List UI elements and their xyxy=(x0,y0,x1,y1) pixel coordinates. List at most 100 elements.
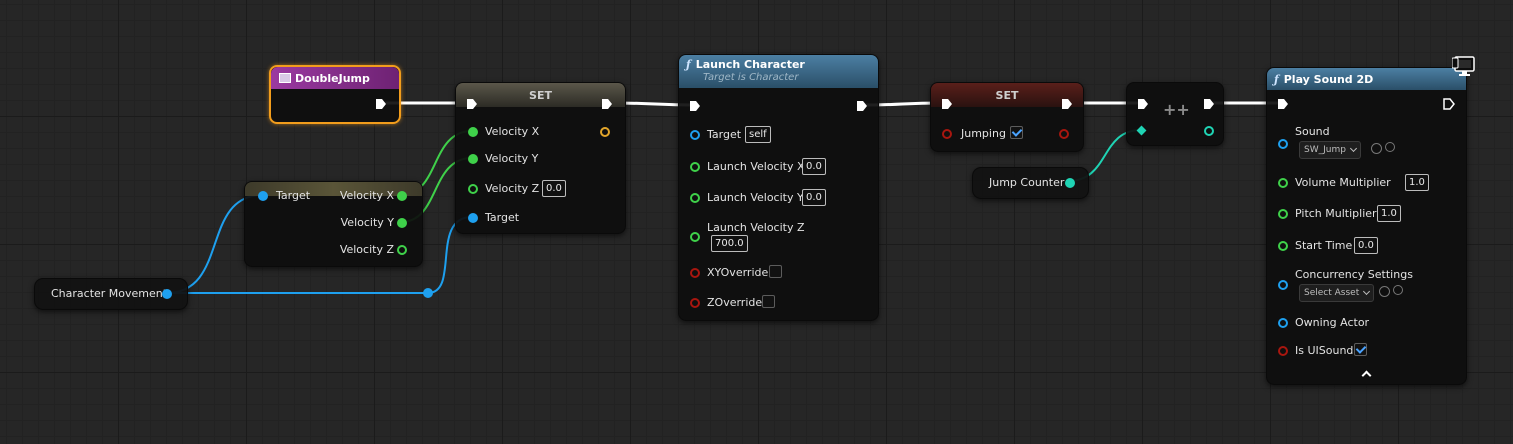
use-selected-icon[interactable] xyxy=(1379,286,1390,297)
concurrency-combo[interactable]: Select Asset xyxy=(1299,284,1375,302)
event-node-header: DoubleJump xyxy=(271,67,399,89)
function-icon: ƒ xyxy=(1274,72,1279,86)
owning-actor-in-pin[interactable] xyxy=(1278,318,1288,328)
event-node-title: DoubleJump xyxy=(295,71,370,85)
get-velocity-header xyxy=(245,182,422,196)
velocity-x-in-pin[interactable] xyxy=(468,127,478,137)
set-jumping-node[interactable]: SET Jumping xyxy=(930,82,1084,152)
target-label: Target xyxy=(276,189,311,202)
exec-in-pin[interactable] xyxy=(1277,98,1289,110)
exec-out-pin[interactable] xyxy=(375,98,387,110)
exec-out-pin[interactable] xyxy=(1061,98,1073,110)
jumping-label: Jumping xyxy=(961,127,1006,140)
velocity-y-in-pin[interactable] xyxy=(468,154,478,164)
jump-counter-out-pin[interactable] xyxy=(1065,178,1075,188)
get-velocity-node[interactable]: Target Velocity X Velocity Y Velocity Z xyxy=(244,181,423,267)
launch-velocity-x-pin[interactable] xyxy=(690,162,700,172)
int-out-pin[interactable] xyxy=(1204,126,1214,136)
launch-velocity-y-value[interactable]: 0.0 xyxy=(802,189,826,206)
exec-in-pin[interactable] xyxy=(689,100,701,112)
exec-out-pin[interactable] xyxy=(1203,98,1215,110)
character-movement-out-pin[interactable] xyxy=(162,289,172,299)
jumping-out-pin[interactable] xyxy=(1059,129,1069,139)
jumping-checkbox[interactable] xyxy=(1010,126,1023,139)
velocity-z-out-pin[interactable] xyxy=(397,245,407,255)
event-icon xyxy=(279,73,291,83)
exec-in-pin[interactable] xyxy=(466,98,478,110)
set-velocity-title: SET xyxy=(529,88,552,102)
jumping-in-pin[interactable] xyxy=(942,129,952,139)
set-jumping-title: SET xyxy=(995,88,1019,102)
double-jump-event-node[interactable]: DoubleJump xyxy=(269,65,401,124)
exec-out-pin[interactable] xyxy=(601,98,613,110)
velocity-z-in-pin[interactable] xyxy=(468,184,478,194)
is-ui-sound-checkbox[interactable] xyxy=(1354,343,1367,356)
velocity-y-out-label: Velocity Y xyxy=(340,216,394,229)
z-override-checkbox[interactable] xyxy=(762,295,775,308)
jump-counter-node[interactable]: Jump Counter xyxy=(972,167,1089,199)
velocity-z-out-label: Velocity Z xyxy=(339,243,394,256)
launch-velocity-x-value[interactable]: 0.0 xyxy=(802,158,826,175)
xy-override-pin[interactable] xyxy=(690,268,700,278)
start-time-label: Start Time xyxy=(1295,239,1353,252)
exec-out-pin[interactable] xyxy=(856,100,868,112)
character-movement-node[interactable]: Character Movement xyxy=(34,278,188,310)
velocity-x-out-label: Velocity X xyxy=(339,189,394,202)
character-movement-label: Character Movement xyxy=(51,287,168,300)
concurrency-in-pin[interactable] xyxy=(1278,280,1288,290)
launch-velocity-y-pin[interactable] xyxy=(690,193,700,203)
xy-override-checkbox[interactable] xyxy=(769,265,782,278)
z-override-label: ZOverride xyxy=(707,296,763,309)
pitch-label: Pitch Multiplier xyxy=(1295,207,1377,220)
play-sound-title: Play Sound 2D xyxy=(1283,72,1374,86)
exec-out-pin[interactable] xyxy=(1443,98,1455,110)
velocity-y-label: Velocity Y xyxy=(485,152,539,165)
launch-character-title: Launch Character xyxy=(695,58,805,71)
browse-search-icon[interactable] xyxy=(1393,285,1403,295)
browse-search-icon[interactable] xyxy=(1385,142,1395,152)
target-in-pin[interactable] xyxy=(468,213,478,223)
increment-symbol: ++ xyxy=(1163,100,1190,119)
velocity-y-out-pin[interactable] xyxy=(397,218,407,228)
increment-node[interactable]: ++ xyxy=(1126,82,1224,146)
velocity-x-out-pin[interactable] xyxy=(397,191,407,201)
set-velocity-node[interactable]: SET Velocity X Velocity Y Velocity Z 0.0… xyxy=(455,82,626,234)
target-value[interactable]: self xyxy=(745,126,771,143)
function-icon: ƒ xyxy=(686,58,691,71)
volume-value[interactable]: 1.0 xyxy=(1405,174,1429,191)
launch-velocity-z-pin[interactable] xyxy=(690,232,700,242)
is-ui-sound-in-pin[interactable] xyxy=(1278,346,1288,356)
target-in-pin[interactable] xyxy=(258,191,268,201)
start-time-value[interactable]: 0.0 xyxy=(1354,237,1378,254)
pitch-in-pin[interactable] xyxy=(1278,209,1288,219)
target-label: Target xyxy=(485,211,520,224)
launch-velocity-x-label: Launch Velocity X xyxy=(707,160,805,173)
volume-label: Volume Multiplier xyxy=(1295,176,1391,189)
use-selected-icon[interactable] xyxy=(1371,143,1382,154)
client-only-monitor-icon xyxy=(1452,56,1475,76)
sound-combo[interactable]: SW_Jump xyxy=(1299,141,1361,159)
volume-in-pin[interactable] xyxy=(1278,178,1288,188)
sound-in-pin[interactable] xyxy=(1278,139,1288,149)
launch-character-node[interactable]: ƒ Launch Character Target is Character T… xyxy=(678,54,879,321)
xy-override-label: XYOverride xyxy=(707,266,769,279)
int-in-pin[interactable] xyxy=(1136,125,1147,136)
exec-in-pin[interactable] xyxy=(1137,98,1149,110)
velocity-out-pin[interactable] xyxy=(600,127,610,137)
launch-velocity-y-label: Launch Velocity Y xyxy=(707,191,804,204)
play-sound-header: ƒ Play Sound 2D xyxy=(1267,68,1466,90)
play-sound-2d-node[interactable]: ƒ Play Sound 2D Sound SW_Jump Volume Mul… xyxy=(1266,67,1467,385)
target-label: Target xyxy=(707,128,742,141)
target-in-pin[interactable] xyxy=(690,130,700,140)
jump-counter-label: Jump Counter xyxy=(989,176,1065,189)
start-time-in-pin[interactable] xyxy=(1278,241,1288,251)
owning-actor-label: Owning Actor xyxy=(1295,316,1370,329)
pitch-value[interactable]: 1.0 xyxy=(1377,205,1401,222)
collapse-chevron-up-icon[interactable] xyxy=(1361,370,1372,381)
launch-velocity-z-label: Launch Velocity Z xyxy=(707,221,805,234)
z-override-pin[interactable] xyxy=(690,298,700,308)
velocity-z-value[interactable]: 0.0 xyxy=(542,180,566,197)
launch-velocity-z-value[interactable]: 700.0 xyxy=(711,235,748,252)
exec-in-pin[interactable] xyxy=(941,98,953,110)
reroute-node xyxy=(423,288,433,298)
